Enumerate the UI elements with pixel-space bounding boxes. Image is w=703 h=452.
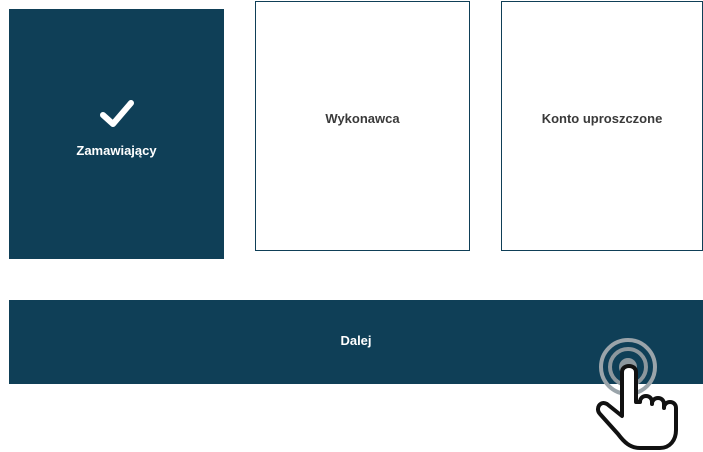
option-label: Wykonawca xyxy=(325,110,400,126)
option-label: Zamawiający xyxy=(76,142,157,158)
next-button-label: Dalej xyxy=(340,332,372,348)
option-label: Konto uproszczone xyxy=(541,110,663,126)
hand-pointer-click-icon xyxy=(596,338,678,450)
check-icon xyxy=(99,99,134,127)
option-card-wykonawca[interactable]: Wykonawca xyxy=(255,1,470,251)
option-card-konto-uproszczone[interactable]: Konto uproszczone xyxy=(501,1,703,251)
option-card-zamawiajacy[interactable]: Zamawiający xyxy=(9,9,224,259)
